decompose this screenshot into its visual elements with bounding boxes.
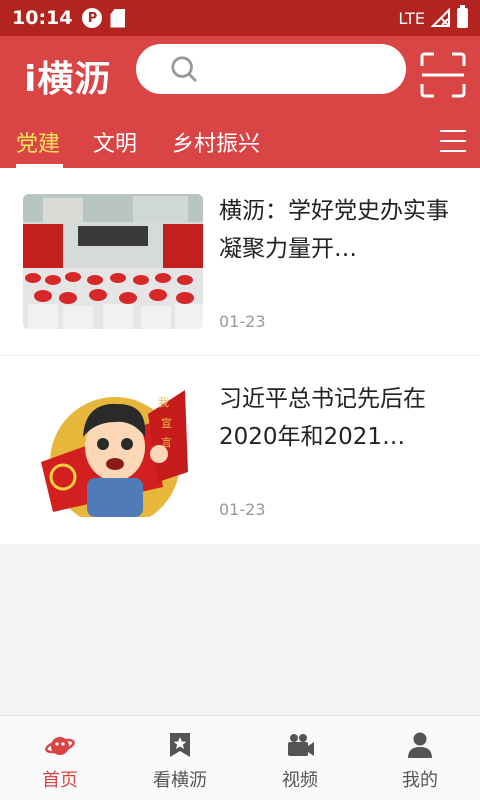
news-date: 01-23	[219, 500, 266, 519]
app-notification-icon: P	[82, 8, 103, 28]
sd-card-icon	[110, 8, 126, 28]
news-item[interactable]: 我宣言 习近平总书记先后在2020年和2021… 01-23	[0, 356, 480, 544]
hamburger-icon	[440, 130, 466, 132]
tab-party-building[interactable]: 党建	[16, 116, 63, 168]
tab-label: 乡村振兴	[172, 132, 261, 157]
scan-button[interactable]	[420, 52, 466, 98]
scan-icon	[420, 52, 466, 98]
tab-label: 文明	[93, 132, 138, 157]
news-thumbnail: 我宣言	[23, 382, 203, 517]
nav-watch-hengli[interactable]: 看横沥	[120, 716, 240, 800]
status-notification-icons: P	[82, 8, 126, 28]
news-date: 01-23	[219, 312, 266, 331]
status-time: 10:14	[12, 7, 73, 29]
news-item[interactable]: 横沥：学好党史办实事 凝聚力量开… 01-23	[0, 168, 480, 356]
news-title: 习近平总书记先后在2020年和2021…	[219, 386, 426, 450]
menu-button[interactable]	[440, 130, 466, 152]
news-title: 横沥：学好党史办实事 凝聚力量开…	[219, 198, 449, 262]
bottom-nav: 首页 看横沥 视频 我的	[0, 715, 480, 800]
nav-home[interactable]: 首页	[0, 716, 120, 800]
status-right: LTE	[398, 5, 468, 28]
nav-video[interactable]: 视频	[240, 716, 360, 800]
signal-icon	[431, 8, 451, 28]
news-thumbnail	[23, 194, 203, 329]
app-header: i横沥 党建 文明 乡村振兴	[0, 36, 480, 168]
video-camera-icon	[288, 734, 314, 756]
bookmark-star-icon	[170, 733, 190, 757]
svg-text:我: 我	[158, 396, 169, 409]
planet-icon	[45, 737, 75, 755]
nav-label: 我的	[402, 770, 438, 791]
svg-text:宣: 宣	[161, 416, 172, 430]
nav-label: 首页	[42, 770, 78, 791]
nav-profile[interactable]: 我的	[360, 716, 480, 800]
battery-icon	[457, 5, 468, 28]
hamburger-line	[440, 150, 466, 152]
tab-label: 党建	[16, 132, 61, 157]
news-list: 横沥：学好党史办实事 凝聚力量开… 01-23 我宣言 习近平总书记先后在202…	[0, 168, 480, 544]
nav-label: 看横沥	[153, 770, 207, 791]
hamburger-line	[440, 140, 466, 142]
tab-rural-revitalization[interactable]: 乡村振兴	[172, 116, 260, 168]
svg-text:言: 言	[161, 436, 172, 449]
network-type: LTE	[398, 8, 425, 28]
tab-civilization[interactable]: 文明	[93, 116, 137, 168]
status-bar: 10:14 P LTE	[0, 0, 480, 36]
nav-label: 视频	[282, 770, 318, 791]
person-icon	[408, 732, 432, 758]
search-input[interactable]	[206, 58, 406, 80]
app-logo: i横沥	[24, 59, 112, 100]
search-bar[interactable]	[136, 44, 406, 94]
search-icon	[171, 56, 197, 82]
category-tabs: 党建 文明 乡村振兴	[0, 116, 480, 168]
